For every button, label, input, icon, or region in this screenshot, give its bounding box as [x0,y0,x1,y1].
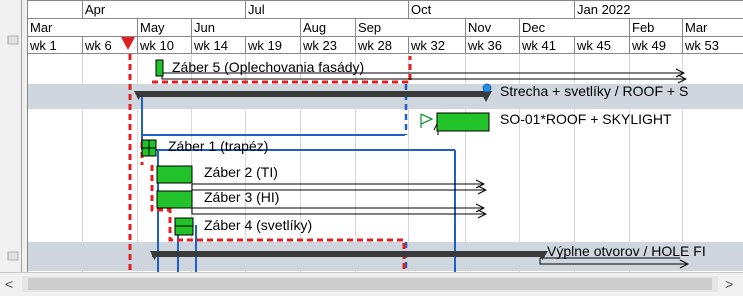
left-panel-tab-2[interactable] [7,251,19,261]
task-label-zaber-3: Záber 3 (HI) [204,189,279,205]
year-label-jan-2022: Jan 2022 [577,2,631,17]
summary-label-holes: Výplne otvorov / HOLE FI [547,243,706,259]
week-label-6: wk 6 [84,38,112,53]
week-label-14: wk 14 [193,38,228,53]
month-label-mar-2: Mar [685,20,708,35]
month-label-mar: Mar [30,20,53,35]
week-label-23: wk 23 [302,38,337,53]
week-label-41: wk 41 [521,38,556,53]
left-panel-tab[interactable] [7,35,19,45]
year-label-jul: Jul [248,2,265,17]
week-label-53: wk 53 [684,38,719,53]
gantt-chart: Apr Jul Oct Jan 2022 Mar May Jun Aug Sep… [0,0,743,296]
task-label-so-01: SO-01*ROOF + SKYLIGHT [500,111,672,127]
week-label-19: wk 19 [247,38,282,53]
scroll-left-arrow-icon[interactable]: < [5,276,13,292]
week-label-32: wk 32 [410,38,445,53]
task-bar-so-01[interactable] [436,112,490,132]
week-label-28: wk 28 [357,38,392,53]
week-label-45: wk 45 [576,38,611,53]
month-label-may: May [140,20,165,35]
task-label-zaber-5: Záber 5 (Oplechovania fasády) [172,59,364,75]
summary-label-roof: Strecha + svetlíky / ROOF + S [500,83,688,99]
month-label-feb: Feb [632,20,654,35]
summary-bar-roof[interactable] [137,91,487,97]
year-label-apr: Apr [85,2,106,17]
month-label-sep: Sep [358,20,381,35]
month-label-nov: Nov [468,20,492,35]
month-label-jun: Jun [194,20,215,35]
scrollbar-thumb[interactable] [28,278,712,290]
task-label-zaber-4: Záber 4 (svetlíky) [204,217,312,233]
milestone-dot-icon [482,83,492,93]
week-label-1: wk 1 [29,38,57,53]
month-label-dec: Dec [522,20,546,35]
year-label-oct: Oct [411,2,432,17]
task-label-zaber-2: Záber 2 (TI) [204,164,278,180]
task-label-zaber-1: Záber 1 (trapéz) [168,138,268,154]
week-label-10: wk 10 [139,38,174,53]
week-label-49: wk 49 [631,38,666,53]
task-bar-zaber-3[interactable] [156,190,193,209]
task-bar-zaber-2[interactable] [156,165,193,184]
week-label-36: wk 36 [467,38,502,53]
summary-bar-holes[interactable] [152,251,544,257]
month-label-aug: Aug [303,20,326,35]
scroll-right-arrow-icon[interactable]: > [725,276,733,292]
task-bar-zaber-5[interactable] [155,59,164,77]
